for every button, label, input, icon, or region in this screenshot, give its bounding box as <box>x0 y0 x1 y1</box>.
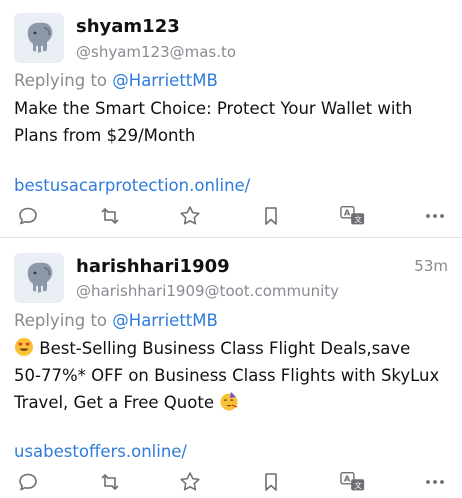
boost-button[interactable] <box>97 469 123 495</box>
post-text-line: 50-77%* OFF on Business Class Flights wi… <box>14 366 440 385</box>
post-text-line: Best-Selling Business Class Flight Deals… <box>14 335 454 362</box>
mastodon-elephant-icon <box>14 13 64 63</box>
party-face-emoji-icon <box>219 391 239 411</box>
svg-text:A: A <box>344 474 351 484</box>
post-link[interactable]: bestusacarprotection.online/ <box>14 176 250 195</box>
reply-mention-link[interactable]: @HarriettMB <box>112 71 218 90</box>
bookmark-button[interactable] <box>258 203 284 229</box>
replying-prefix: Replying to <box>14 311 113 330</box>
translate-icon: A 文 <box>340 472 365 491</box>
reply-mention-link[interactable]: @HarriettMB <box>112 311 218 330</box>
post-2[interactable]: harishhari1909 53m @harishhari1909@toot.… <box>0 238 462 498</box>
boost-button[interactable] <box>97 203 123 229</box>
account-handle: @harishhari1909@toot.community <box>76 282 340 300</box>
ellipsis-icon <box>426 214 444 218</box>
heart-eyes-emoji-icon <box>14 337 34 357</box>
star-icon <box>180 472 200 491</box>
favourite-button[interactable] <box>177 469 203 495</box>
post-timestamp: 53m <box>414 257 448 275</box>
reply-button[interactable] <box>15 469 41 495</box>
reply-bubble-icon <box>19 207 37 225</box>
star-icon <box>180 206 200 225</box>
favourite-button[interactable] <box>177 203 203 229</box>
svg-text:文: 文 <box>354 480 362 490</box>
boost-arrows-icon <box>101 207 119 225</box>
post-content: Make the Smart Choice: Protect Your Wall… <box>14 95 454 149</box>
svg-text:A: A <box>344 208 351 218</box>
display-name[interactable]: harishhari1909 <box>76 256 230 277</box>
reply-bubble-icon <box>19 473 37 491</box>
post-text-line: Travel, Get a Free Quote <box>14 389 454 416</box>
svg-text:文: 文 <box>354 214 362 224</box>
display-name[interactable]: shyam123 <box>76 16 180 37</box>
translate-icon: A 文 <box>340 206 365 225</box>
post-content: Best-Selling Business Class Flight Deals… <box>14 335 454 416</box>
replying-prefix: Replying to <box>14 71 113 90</box>
post-actions: A 文 <box>0 469 462 495</box>
replying-to: Replying to @HarriettMB <box>14 311 218 330</box>
post-text-line: Make the Smart Choice: Protect Your Wall… <box>14 99 413 118</box>
more-button[interactable] <box>422 203 448 229</box>
more-button[interactable] <box>422 469 448 495</box>
mastodon-elephant-icon <box>14 253 64 303</box>
account-handle: @shyam123@mas.to <box>76 43 237 61</box>
avatar[interactable] <box>14 253 64 303</box>
bookmark-button[interactable] <box>258 469 284 495</box>
replying-to: Replying to @HarriettMB <box>14 71 218 90</box>
boost-arrows-icon <box>101 473 119 491</box>
translate-button[interactable]: A 文 <box>340 203 366 229</box>
post-link[interactable]: usabestoffers.online/ <box>14 442 187 461</box>
bookmark-icon <box>265 207 277 225</box>
post-1[interactable]: shyam123 @shyam123@mas.to Replying to @H… <box>0 0 462 237</box>
avatar[interactable] <box>14 13 64 63</box>
reply-button[interactable] <box>15 203 41 229</box>
post-actions: A 文 <box>0 203 462 229</box>
post-text-line: Plans from $29/Month <box>14 126 196 145</box>
bookmark-icon <box>265 473 277 491</box>
ellipsis-icon <box>426 480 444 484</box>
translate-button[interactable]: A 文 <box>340 469 366 495</box>
